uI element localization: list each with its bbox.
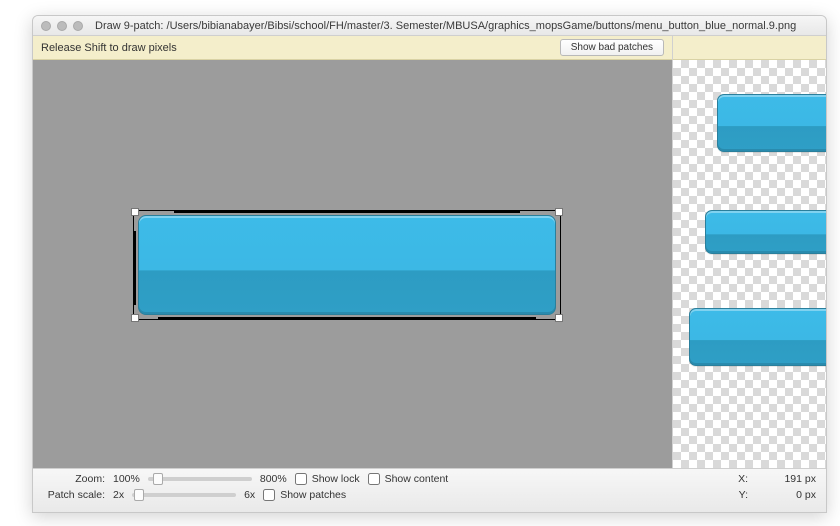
zoom-slider-thumb[interactable] [153, 473, 163, 485]
window-title: Draw 9-patch: /Users/bibianabayer/Bibsi/… [95, 20, 796, 32]
status-row-zoom: Zoom: 100% 800% Show lock Show content X… [43, 473, 816, 485]
y-readout: 0 px [756, 489, 816, 501]
preview-pane [673, 36, 826, 468]
window: Draw 9-patch: /Users/bibianabayer/Bibsi/… [32, 15, 827, 513]
statusbar: Zoom: 100% 800% Show lock Show content X… [33, 468, 826, 512]
zoom-max: 800% [260, 473, 287, 485]
zoom-label: Zoom: [43, 473, 105, 485]
zoom-min: 100% [113, 473, 140, 485]
zoom-slider[interactable] [148, 477, 252, 481]
patch-scale-slider-thumb[interactable] [134, 489, 144, 501]
close-icon[interactable] [41, 21, 51, 31]
show-content-input[interactable] [368, 473, 380, 485]
nine-patch-asset [138, 215, 556, 315]
editor-canvas[interactable] [33, 60, 672, 468]
show-lock-checkbox[interactable]: Show lock [295, 473, 360, 485]
titlebar[interactable]: Draw 9-patch: /Users/bibianabayer/Bibsi/… [33, 16, 826, 36]
zoom-icon[interactable] [73, 21, 83, 31]
patch-min: 2x [113, 489, 124, 501]
show-patches-checkbox[interactable]: Show patches [263, 489, 346, 501]
handle-top-left[interactable] [131, 208, 139, 216]
shift-hint: Release Shift to draw pixels [41, 42, 550, 54]
content: Release Shift to draw pixels Show bad pa… [33, 36, 826, 468]
x-readout: 191 px [756, 473, 816, 485]
status-row-patch: Patch scale: 2x 6x Show patches Y: 0 px [43, 489, 816, 501]
show-content-checkbox[interactable]: Show content [368, 473, 449, 485]
patch-marker-bottom[interactable] [158, 317, 536, 319]
editor-toolbar: Release Shift to draw pixels Show bad pa… [33, 36, 672, 60]
x-label: X: [738, 473, 748, 485]
minimize-icon[interactable] [57, 21, 67, 31]
preview-area[interactable] [673, 60, 826, 468]
handle-bottom-right[interactable] [555, 314, 563, 322]
editor-pane: Release Shift to draw pixels Show bad pa… [33, 36, 673, 468]
preview-sample [717, 94, 826, 152]
preview-toolbar [673, 36, 826, 60]
patch-marker-left[interactable] [134, 231, 136, 305]
traffic-lights [41, 21, 83, 31]
patch-scale-slider[interactable] [132, 493, 236, 497]
y-label: Y: [739, 489, 748, 501]
patch-scale-label: Patch scale: [43, 489, 105, 501]
show-bad-patches-button[interactable]: Show bad patches [560, 39, 664, 56]
preview-sample [689, 308, 826, 366]
patch-max: 6x [244, 489, 255, 501]
patch-marker-top[interactable] [174, 211, 520, 213]
show-patches-input[interactable] [263, 489, 275, 501]
show-patches-label: Show patches [280, 489, 346, 501]
asset-bounds[interactable] [133, 210, 561, 320]
handle-top-right[interactable] [555, 208, 563, 216]
show-lock-input[interactable] [295, 473, 307, 485]
handle-bottom-left[interactable] [131, 314, 139, 322]
preview-sample [705, 210, 826, 254]
show-lock-label: Show lock [312, 473, 360, 485]
show-content-label: Show content [385, 473, 449, 485]
